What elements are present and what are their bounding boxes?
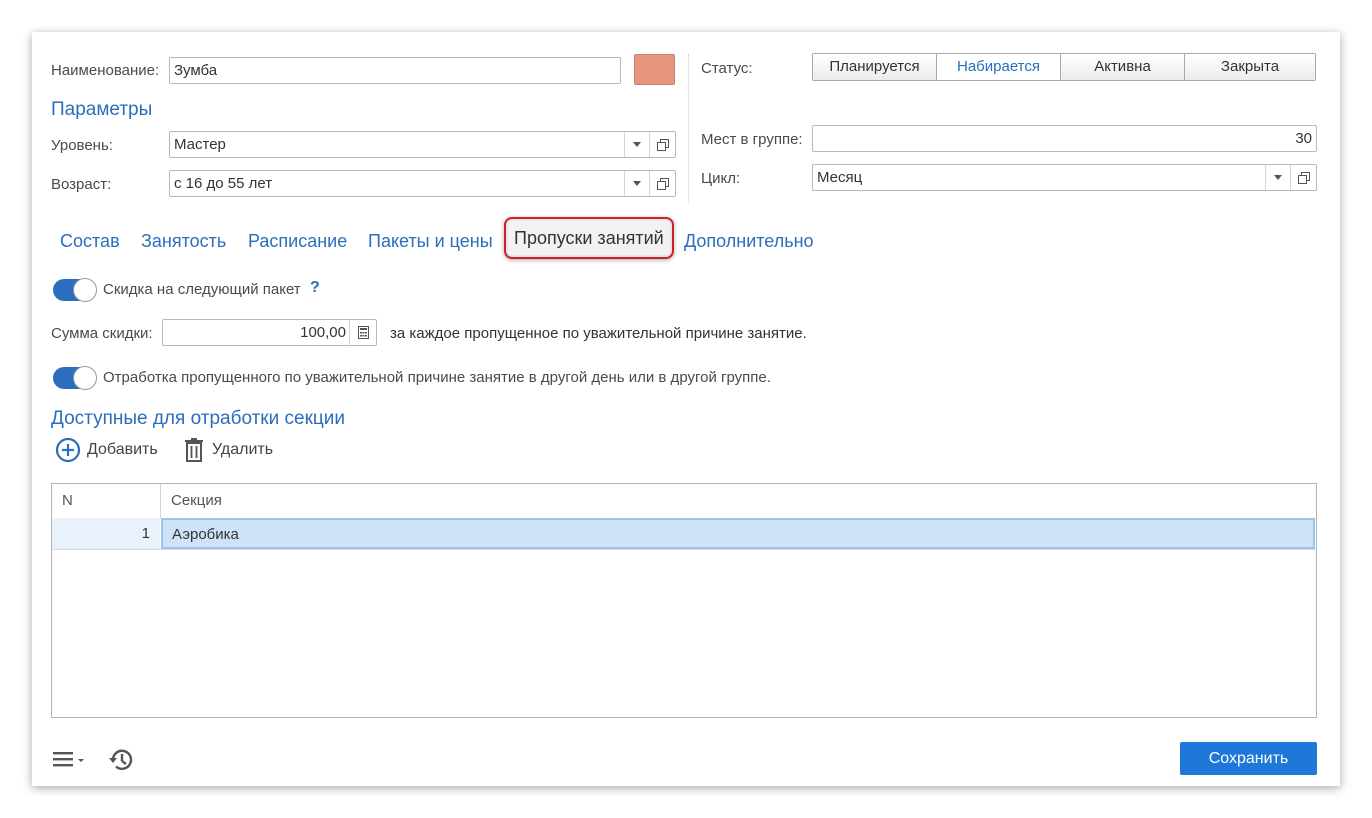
history-icon [109,749,133,770]
discount-sum-value: 100,00 [300,324,346,341]
row-number-cell: 1 [52,518,160,549]
makeup-toggle-knob [73,366,97,390]
level-dropdown-icon[interactable] [624,132,648,157]
level-value: Мастер [174,136,226,153]
tab-occupancy[interactable]: Занятость [141,230,226,252]
table-header: N Секция [52,484,1316,519]
menu-icon [53,752,84,767]
tab-packages-prices[interactable]: Пакеты и цены [368,230,493,252]
trash-icon [185,438,203,462]
age-dropdown-icon[interactable] [624,171,648,196]
history-button[interactable] [107,746,135,778]
discount-toggle[interactable] [53,278,97,302]
delete-button[interactable]: Удалить [182,437,273,463]
discount-suffix-text: за каждое пропущенное по уважительной пр… [390,325,807,342]
tab-absences[interactable]: Пропуски занятий [504,217,674,259]
add-circle-icon [55,437,81,463]
discount-sum-input[interactable]: 100,00 [162,319,377,346]
form-window: Наименование: Зумба Статус: Планируется … [32,32,1340,786]
discount-sum-label: Сумма скидки: [51,325,153,342]
cycle-select[interactable]: Месяц [812,164,1317,191]
makeup-toggle[interactable] [53,366,97,390]
calculator-icon[interactable] [349,320,376,345]
add-button[interactable]: Добавить [55,437,158,463]
sections-title: Доступные для отработки секции [51,408,345,429]
seats-input[interactable]: 30 [812,125,1317,152]
column-separator [160,484,161,518]
status-planned-button[interactable]: Планируется [813,54,937,80]
cycle-value: Месяц [817,169,863,186]
cycle-open-icon[interactable] [1290,165,1316,190]
color-swatch-button[interactable] [634,54,675,85]
seats-label: Мест в группе: [701,131,803,148]
level-label: Уровень: [51,137,113,154]
parameters-title: Параметры [51,99,153,120]
tab-schedule[interactable]: Расписание [248,230,347,252]
makeup-toggle-label: Отработка пропущенного по уважительной п… [103,369,771,386]
row-section-cell[interactable]: Аэробика [161,518,1315,549]
column-header-section[interactable]: Секция [171,484,222,518]
status-selector: Планируется Набирается Активна Закрыта [812,53,1316,81]
discount-toggle-label: Скидка на следующий пакет [103,281,301,298]
delete-label: Удалить [212,441,274,458]
save-button[interactable]: Сохранить [1180,742,1317,775]
age-value: с 16 до 55 лет [174,175,273,192]
discount-help-icon[interactable]: ? [310,279,320,297]
level-open-icon[interactable] [649,132,675,157]
tab-composition[interactable]: Состав [60,230,120,252]
age-open-icon[interactable] [649,171,675,196]
name-label: Наименование: [51,62,160,79]
status-recruiting-button[interactable]: Набирается [937,54,1061,80]
discount-toggle-knob [73,278,97,302]
sections-table: N Секция 1 Аэробика [51,483,1317,718]
tab-additional[interactable]: Дополнительно [684,230,814,252]
age-label: Возраст: [51,176,112,193]
more-menu-button[interactable] [53,750,87,768]
status-label: Статус: [701,60,753,77]
status-active-button[interactable]: Активна [1061,54,1185,80]
add-label: Добавить [87,441,158,458]
cycle-dropdown-icon[interactable] [1265,165,1289,190]
level-select[interactable]: Мастер [169,131,676,158]
name-input[interactable]: Зумба [169,57,621,84]
column-header-n[interactable]: N [62,484,73,518]
cycle-label: Цикл: [701,170,741,187]
table-row[interactable]: 1 Аэробика [52,518,1316,550]
column-divider [688,54,689,204]
status-closed-button[interactable]: Закрыта [1185,54,1315,80]
age-select[interactable]: с 16 до 55 лет [169,170,676,197]
